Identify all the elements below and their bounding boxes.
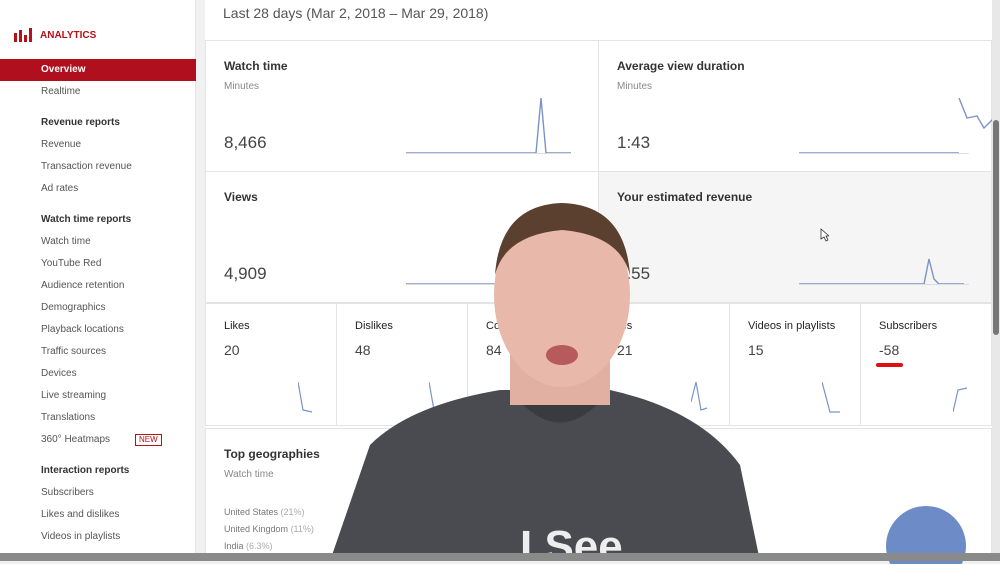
sidebar-item-ad-rates[interactable]: Ad rates xyxy=(0,178,196,200)
sidebar-item-360-heatmaps[interactable]: 360° Heatmaps NEW xyxy=(0,429,196,451)
metric-title: Views xyxy=(224,190,258,204)
metric-title: Average view duration xyxy=(617,59,745,73)
analytics-brand[interactable]: ANALYTICS xyxy=(14,28,96,42)
metric-title: Watch time xyxy=(224,59,288,73)
date-range[interactable]: Last 28 days (Mar 2, 2018 – Mar 29, 2018… xyxy=(223,5,488,21)
sidebar-item-revenue[interactable]: Revenue xyxy=(0,134,196,156)
metric-title: Subscribers xyxy=(879,320,938,332)
scrollbar[interactable] xyxy=(992,0,1000,553)
sidebar-item-label: Videos in playlists xyxy=(41,531,121,542)
sidebar-item-label: 360° Heatmaps xyxy=(41,434,111,445)
metric-card-watch-time[interactable]: Watch time Minutes 8,466 xyxy=(205,40,599,172)
sidebar: ANALYTICS Overview Realtime Revenue report… xyxy=(0,0,196,561)
sidebar-item-translations[interactable]: Translations xyxy=(0,407,196,429)
sidebar-item-label: Traffic sources xyxy=(41,346,107,357)
sidebar-item-label: YouTube Red xyxy=(41,258,102,269)
metric-title: Videos in playlists xyxy=(748,320,836,332)
geo-row: United Kingdom (11%) xyxy=(224,524,314,534)
new-badge: NEW xyxy=(135,434,162,446)
sidebar-item-label: Devices xyxy=(41,368,77,379)
sparkline xyxy=(953,387,968,413)
sidebar-item-subscribers[interactable]: Subscribers xyxy=(0,482,196,504)
sparkline xyxy=(406,98,571,154)
sidebar-item-label: Revenue reports xyxy=(41,117,120,128)
sparkline xyxy=(298,382,313,413)
geographies-title: Top geographies xyxy=(224,447,320,461)
metric-value: -58 xyxy=(879,342,900,358)
sparkline xyxy=(822,382,840,413)
metric-card-small[interactable]: Likes 20 xyxy=(205,303,337,426)
geo-row: United States (21%) xyxy=(224,507,305,517)
sidebar-item-transaction-revenue[interactable]: Transaction revenue xyxy=(0,156,196,178)
sidebar-item-overview[interactable]: Overview xyxy=(0,59,196,81)
metric-subtitle: Minutes xyxy=(617,81,653,92)
sidebar-item-label: Transaction revenue xyxy=(41,161,132,172)
section-header-interaction-reports: Interaction reports xyxy=(0,460,196,482)
sidebar-nav: Overview Realtime Revenue reports Revenue Tr… xyxy=(0,59,196,548)
sidebar-item-label: Subscribers xyxy=(41,487,94,498)
metric-card-average-view-duration[interactable]: Average view duration Minutes 1:43 xyxy=(598,40,995,172)
sidebar-item-label: Translations xyxy=(41,412,96,423)
sidebar-item-label: Watch time reports xyxy=(41,214,132,225)
sidebar-item-youtube-red[interactable]: YouTube Red xyxy=(0,253,196,275)
sidebar-item-label: Ad rates xyxy=(41,183,79,194)
section-header-watch-time-reports: Watch time reports xyxy=(0,209,196,231)
red-underline-annotation xyxy=(876,363,903,367)
metric-subtitle: Minutes xyxy=(224,81,260,92)
sidebar-item-traffic-sources[interactable]: Traffic sources xyxy=(0,341,196,363)
metric-value: 4,909 xyxy=(224,264,267,283)
presenter-video-overlay: I See xyxy=(330,203,760,561)
metric-card-small[interactable]: Subscribers -58 xyxy=(860,303,992,426)
sidebar-item-label: Overview xyxy=(41,64,86,75)
bottom-bar xyxy=(0,553,1000,561)
sidebar-item-demographics[interactable]: Demographics xyxy=(0,297,196,319)
sidebar-item-audience-retention[interactable]: Audience retention xyxy=(0,275,196,297)
cursor-icon xyxy=(820,228,829,242)
sidebar-item-videos-in-playlists[interactable]: Videos in playlists xyxy=(0,526,196,548)
scrollbar-thumb[interactable] xyxy=(993,120,999,335)
metric-value: 20 xyxy=(224,342,240,358)
sidebar-item-devices[interactable]: Devices xyxy=(0,363,196,385)
sidebar-item-playback-locations[interactable]: Playback locations xyxy=(0,319,196,341)
geographies-subtitle: Watch time xyxy=(224,469,274,480)
brand-label: ANALYTICS xyxy=(40,29,97,41)
bar-chart-icon xyxy=(14,28,32,42)
sparkline xyxy=(799,98,995,154)
sidebar-item-label: Likes and dislikes xyxy=(41,509,120,520)
sidebar-item-label: Audience retention xyxy=(41,280,125,291)
sidebar-item-label: Interaction reports xyxy=(41,465,130,476)
metric-title: Likes xyxy=(224,320,250,332)
sidebar-item-likes-and-dislikes[interactable]: Likes and dislikes xyxy=(0,504,196,526)
metric-value: 1:43 xyxy=(617,133,651,152)
sidebar-item-label: Watch time xyxy=(41,236,91,247)
sparkline xyxy=(799,258,969,285)
geo-row: India (6.3%) xyxy=(224,541,273,551)
metric-value: 8,466 xyxy=(224,133,267,152)
sidebar-item-realtime[interactable]: Realtime xyxy=(0,81,196,103)
sidebar-item-label: Demographics xyxy=(41,302,106,313)
sidebar-item-live-streaming[interactable]: Live streaming xyxy=(0,385,196,407)
sidebar-item-label: Live streaming xyxy=(41,390,107,401)
sidebar-item-watch-time[interactable]: Watch time xyxy=(0,231,196,253)
sidebar-item-label: Playback locations xyxy=(41,324,124,335)
sidebar-item-label: Realtime xyxy=(41,86,81,97)
sidebar-item-label: Revenue xyxy=(41,139,82,150)
section-header-revenue-reports: Revenue reports xyxy=(0,112,196,134)
